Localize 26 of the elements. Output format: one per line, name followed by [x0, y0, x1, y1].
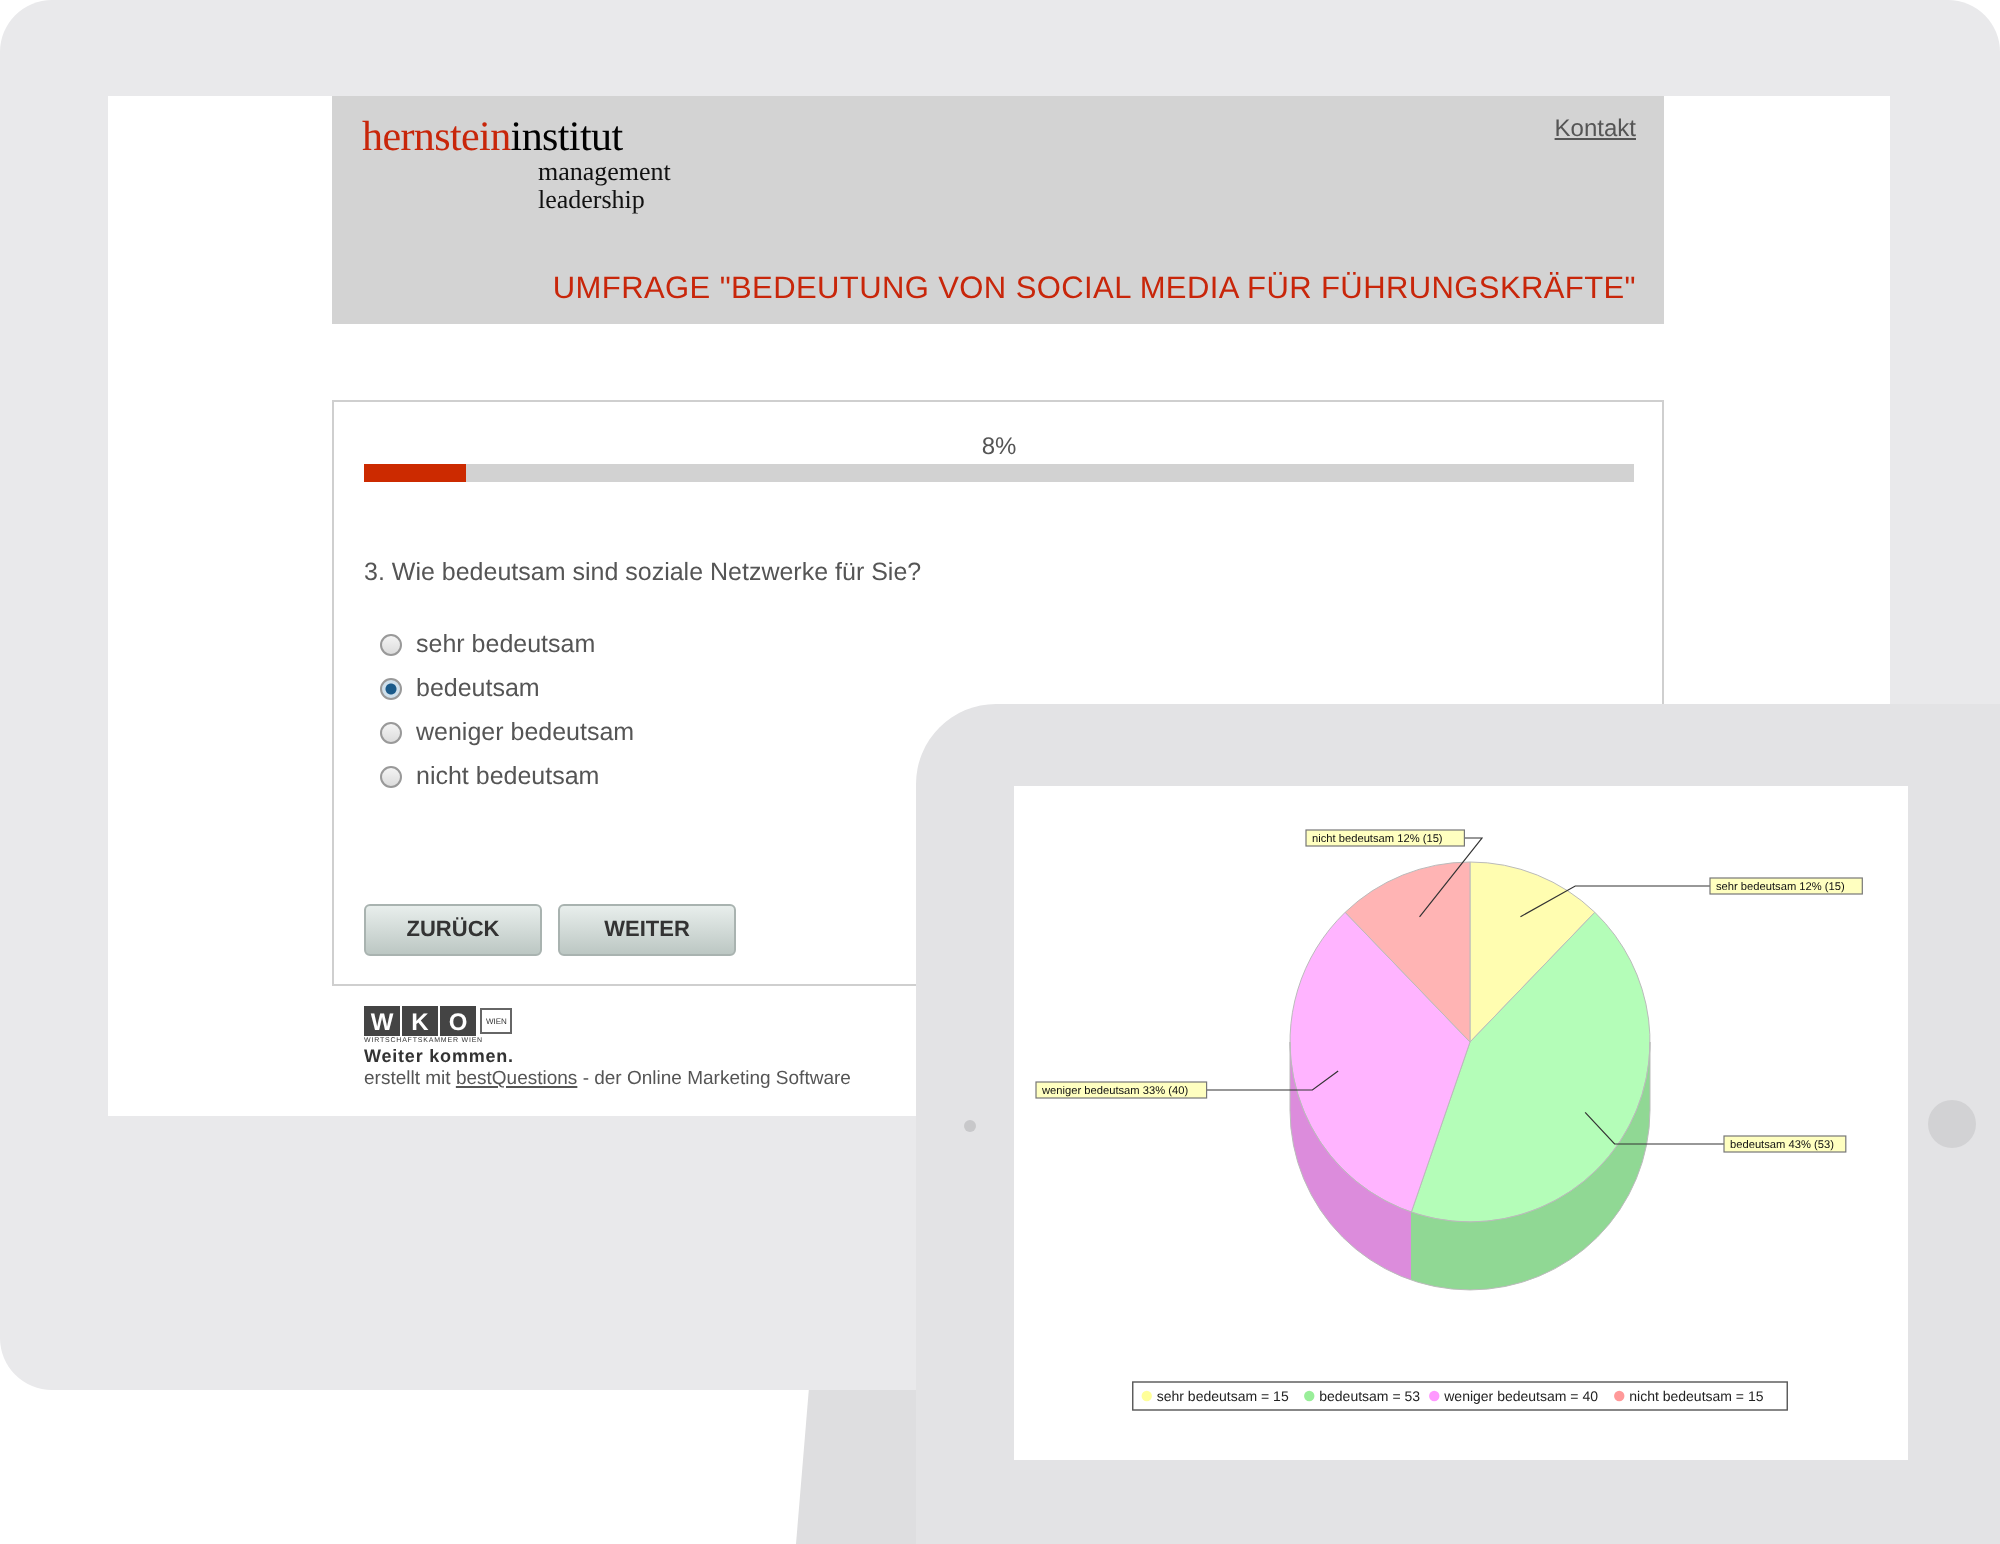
option-label: nicht bedeutsam [416, 762, 600, 790]
option-label: sehr bedeutsam [416, 630, 596, 658]
nav-button[interactable]: ZURÜCK [364, 904, 542, 956]
slogan: Weiter kommen. [364, 1046, 516, 1066]
camera-icon [964, 1120, 976, 1132]
radio-button[interactable] [380, 677, 402, 699]
contact-link[interactable]: Kontakt [1554, 114, 1636, 142]
leader-line [1418, 837, 1484, 918]
logo-tagline: management [536, 158, 671, 186]
survey-title: UMFRAGE "BEDEUTUNG VON SOCIAL MEDIA FÜR FÜHRUNGSKRÄFTE" [552, 272, 1636, 308]
leader-line [1206, 1070, 1339, 1091]
progress-label: 8% [979, 432, 1019, 460]
logo-letter: W [364, 1006, 400, 1036]
logo-tagline: leadership [536, 186, 645, 214]
leader-line [1584, 1111, 1725, 1145]
radio-button[interactable] [380, 721, 402, 743]
brand-logo: hernsteininstitut [362, 114, 625, 158]
logo-letter: K [402, 1006, 438, 1036]
radio-button[interactable] [380, 633, 402, 655]
credit-link[interactable]: bestQuestions [455, 1068, 578, 1090]
option-label: weniger bedeutsam [416, 718, 635, 746]
option-label: bedeutsam [416, 674, 540, 702]
question-text: 3. Wie bedeutsam sind soziale Netzwerke für Sie? [364, 558, 924, 586]
logo-letter: O [440, 1006, 476, 1036]
radio-button[interactable] [380, 765, 402, 787]
nav-button[interactable]: WEITER [558, 904, 736, 956]
